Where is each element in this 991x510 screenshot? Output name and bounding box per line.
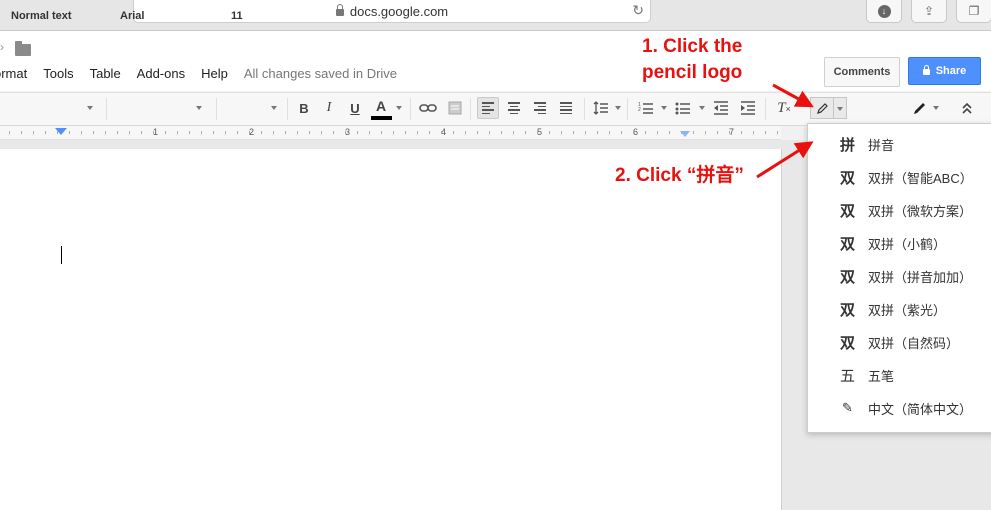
annotation-arrows	[756, 83, 814, 179]
arrow-to-pencil	[772, 83, 814, 108]
arrow-to-pinyin	[756, 141, 814, 179]
